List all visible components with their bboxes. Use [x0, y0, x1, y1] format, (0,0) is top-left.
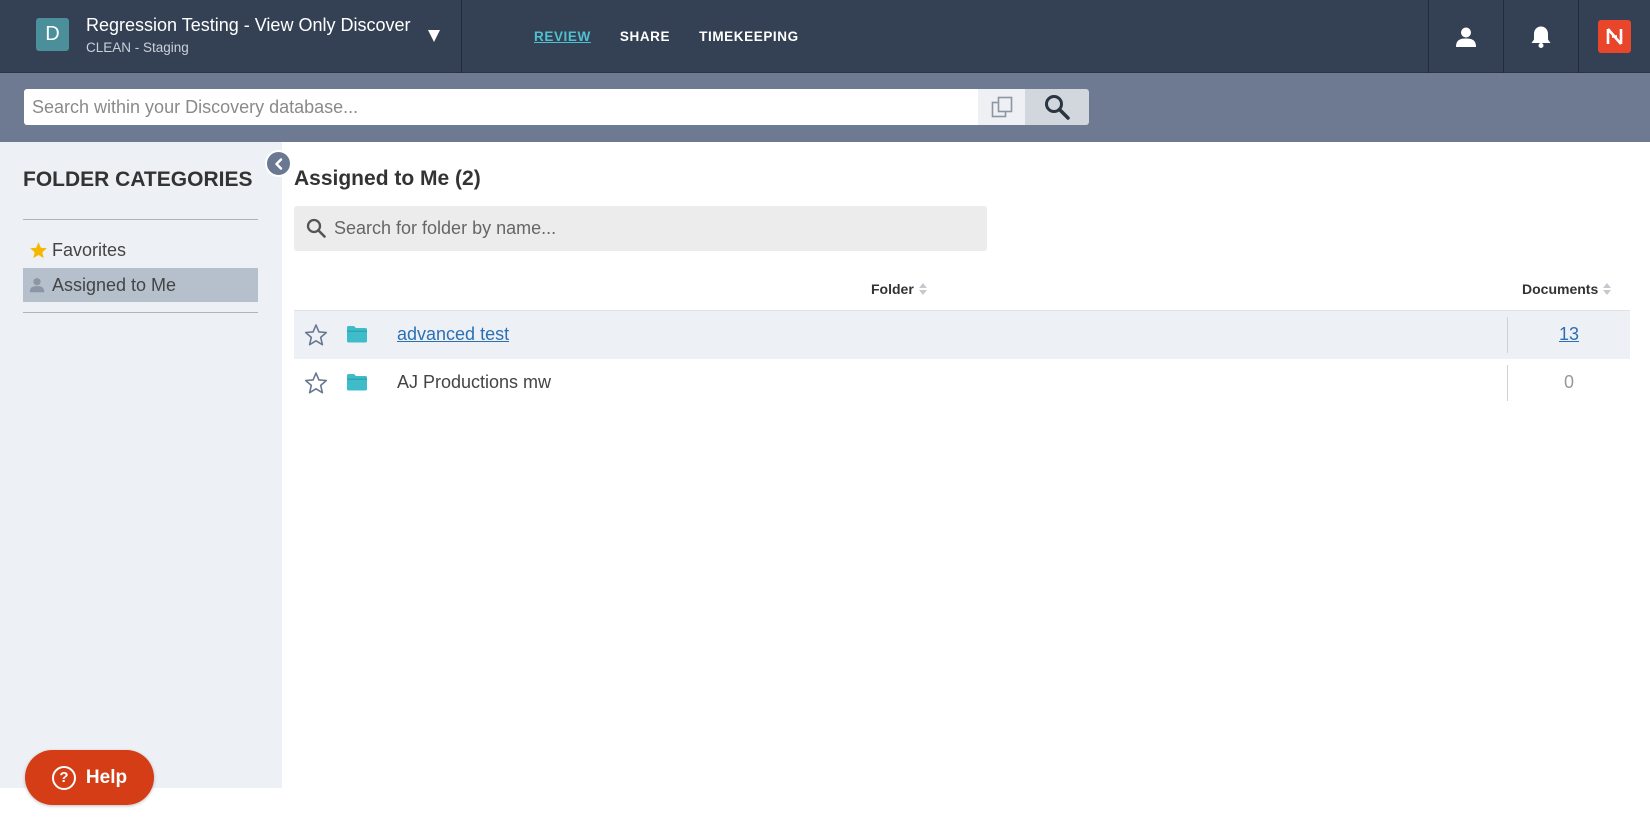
column-header-label: Folder — [871, 281, 914, 297]
folder-icon — [347, 326, 367, 343]
project-switcher[interactable]: D Regression Testing - View Only Discove… — [0, 0, 462, 73]
sidebar-item-assigned-to-me[interactable]: Assigned to Me — [23, 268, 258, 302]
search-band — [0, 73, 1650, 142]
user-icon — [29, 277, 52, 293]
folder-search — [294, 206, 987, 251]
copy-icon — [991, 96, 1012, 118]
user-menu-button[interactable] — [1428, 0, 1503, 73]
column-header-folder[interactable]: Folder — [871, 281, 927, 297]
sidebar-item-label: Assigned to Me — [52, 274, 177, 295]
sidebar-item-label: Favorites — [52, 239, 127, 260]
table-row: AJ Productions mw 0 — [294, 359, 1630, 407]
project-subtitle: CLEAN - Staging — [86, 40, 189, 55]
page-title: Assigned to Me (2) — [294, 167, 481, 190]
copy-search-button[interactable] — [978, 89, 1025, 125]
sidebar-divider — [23, 312, 258, 313]
folder-search-input[interactable] — [334, 206, 974, 251]
logo-glyph-icon — [1606, 28, 1623, 45]
column-header-documents[interactable]: Documents — [1522, 281, 1612, 297]
chevron-left-icon — [274, 157, 282, 170]
nav-review[interactable]: REVIEW — [534, 29, 591, 44]
favorite-star-icon[interactable] — [304, 323, 328, 347]
table-row: advanced test 13 — [294, 311, 1630, 359]
sort-icon — [918, 283, 927, 295]
sort-icon — [1603, 283, 1612, 295]
folder-categories-sidebar: FOLDER CATEGORIES Favorites Assigned to … — [0, 142, 282, 788]
folder-name-link[interactable]: advanced test — [397, 324, 509, 345]
column-header-label: Documents — [1522, 281, 1599, 297]
project-badge: D — [36, 18, 69, 51]
notifications-button[interactable] — [1503, 0, 1578, 73]
sidebar-divider — [23, 219, 258, 220]
nav-share[interactable]: SHARE — [620, 29, 670, 44]
toolbar-right — [1428, 0, 1650, 73]
collapse-sidebar-button[interactable] — [265, 150, 292, 177]
help-icon: ? — [51, 765, 76, 790]
folder-icon — [347, 374, 367, 391]
favorite-star-icon[interactable] — [304, 371, 328, 395]
top-bar: D Regression Testing - View Only Discove… — [0, 0, 1650, 73]
sidebar-title: FOLDER CATEGORIES — [23, 168, 253, 191]
chevron-down-icon[interactable] — [428, 30, 440, 42]
document-count-link[interactable]: 13 — [1508, 324, 1630, 345]
search-icon — [1045, 95, 1070, 120]
sidebar-item-favorites[interactable]: Favorites — [23, 233, 258, 267]
app-menu-button[interactable] — [1578, 0, 1650, 73]
help-button[interactable]: ? Help — [25, 750, 154, 805]
discovery-search-input[interactable] — [24, 89, 978, 125]
bell-icon — [1531, 26, 1551, 48]
help-label: Help — [85, 766, 128, 788]
nav-timekeeping[interactable]: TIMEKEEPING — [699, 29, 799, 44]
document-count: 0 — [1563, 372, 1574, 392]
search-icon — [306, 218, 326, 238]
user-icon — [1456, 27, 1476, 47]
star-icon — [29, 241, 52, 260]
table-header: Folder Documents — [294, 276, 1630, 311]
project-title[interactable]: Regression Testing - View Only Discover — [86, 15, 426, 36]
brand-logo — [1598, 20, 1631, 53]
main-nav: REVIEW SHARE TIMEKEEPING — [534, 0, 828, 73]
folder-name: AJ Productions mw — [397, 372, 552, 392]
search-submit-button[interactable] — [1025, 89, 1089, 125]
